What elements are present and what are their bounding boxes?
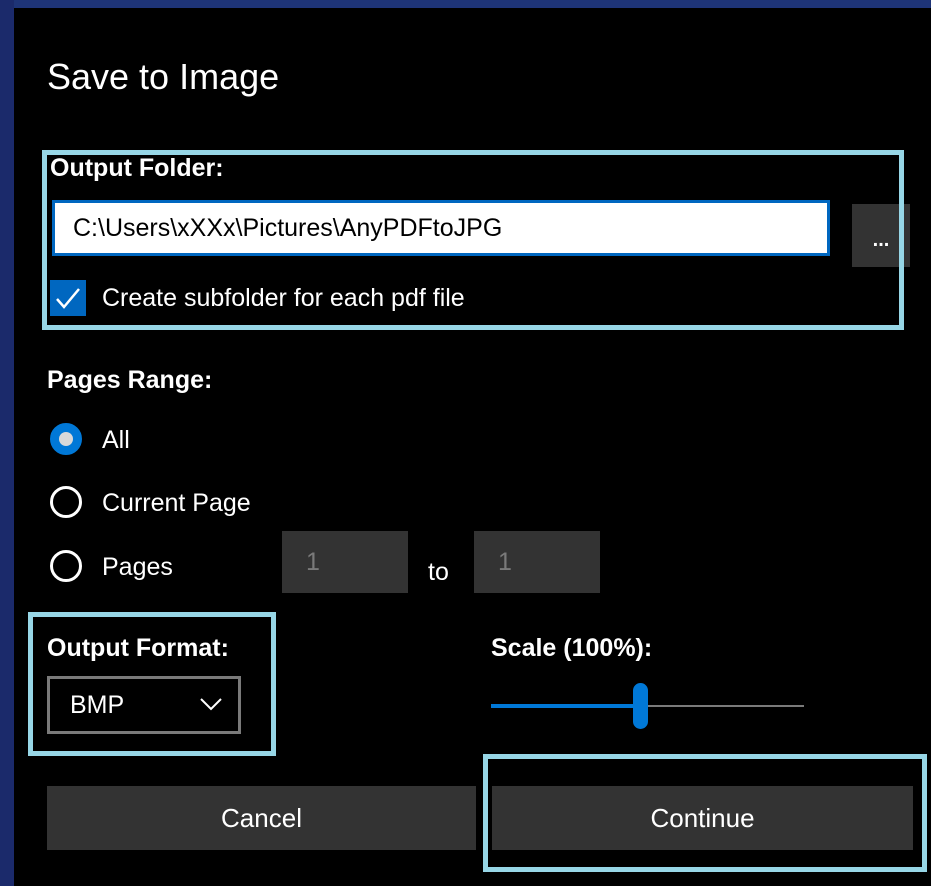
chevron-down-icon — [200, 698, 222, 711]
output-format-select[interactable]: BMP — [47, 676, 241, 734]
cancel-button[interactable]: Cancel — [47, 786, 476, 850]
scale-label: Scale (100%): — [491, 634, 653, 662]
output-folder-path-input[interactable]: C:\Users\xXXx\Pictures\AnyPDFtoJPG — [52, 200, 830, 256]
page-to-input[interactable]: 1 — [474, 531, 600, 593]
scale-slider-thumb[interactable] — [633, 683, 648, 729]
save-to-image-dialog: Save to Image Output Folder: C:\Users\xX… — [14, 8, 931, 886]
window-frame-left — [0, 0, 14, 886]
radio-all-label: All — [102, 426, 130, 454]
scale-slider-fill — [491, 704, 639, 708]
checkmark-icon — [56, 288, 80, 309]
output-folder-label: Output Folder: — [50, 154, 224, 182]
radio-all[interactable] — [50, 423, 82, 455]
page-from-input[interactable]: 1 — [282, 531, 408, 593]
browse-folder-button[interactable]: ... — [852, 204, 910, 267]
pages-range-label: Pages Range: — [47, 366, 213, 394]
output-format-label: Output Format: — [47, 634, 229, 662]
scale-slider-track[interactable] — [639, 705, 804, 707]
continue-button[interactable]: Continue — [492, 786, 913, 850]
output-format-value: BMP — [70, 691, 125, 719]
create-subfolder-checkbox[interactable] — [50, 280, 86, 316]
dialog-title: Save to Image — [47, 56, 280, 97]
radio-current-page-label: Current Page — [102, 489, 251, 517]
radio-pages[interactable] — [50, 550, 82, 582]
window-frame-top — [0, 0, 931, 8]
radio-pages-label: Pages — [102, 553, 173, 581]
create-subfolder-label: Create subfolder for each pdf file — [102, 284, 465, 312]
radio-current-page[interactable] — [50, 486, 82, 518]
page-to-label: to — [428, 558, 449, 586]
